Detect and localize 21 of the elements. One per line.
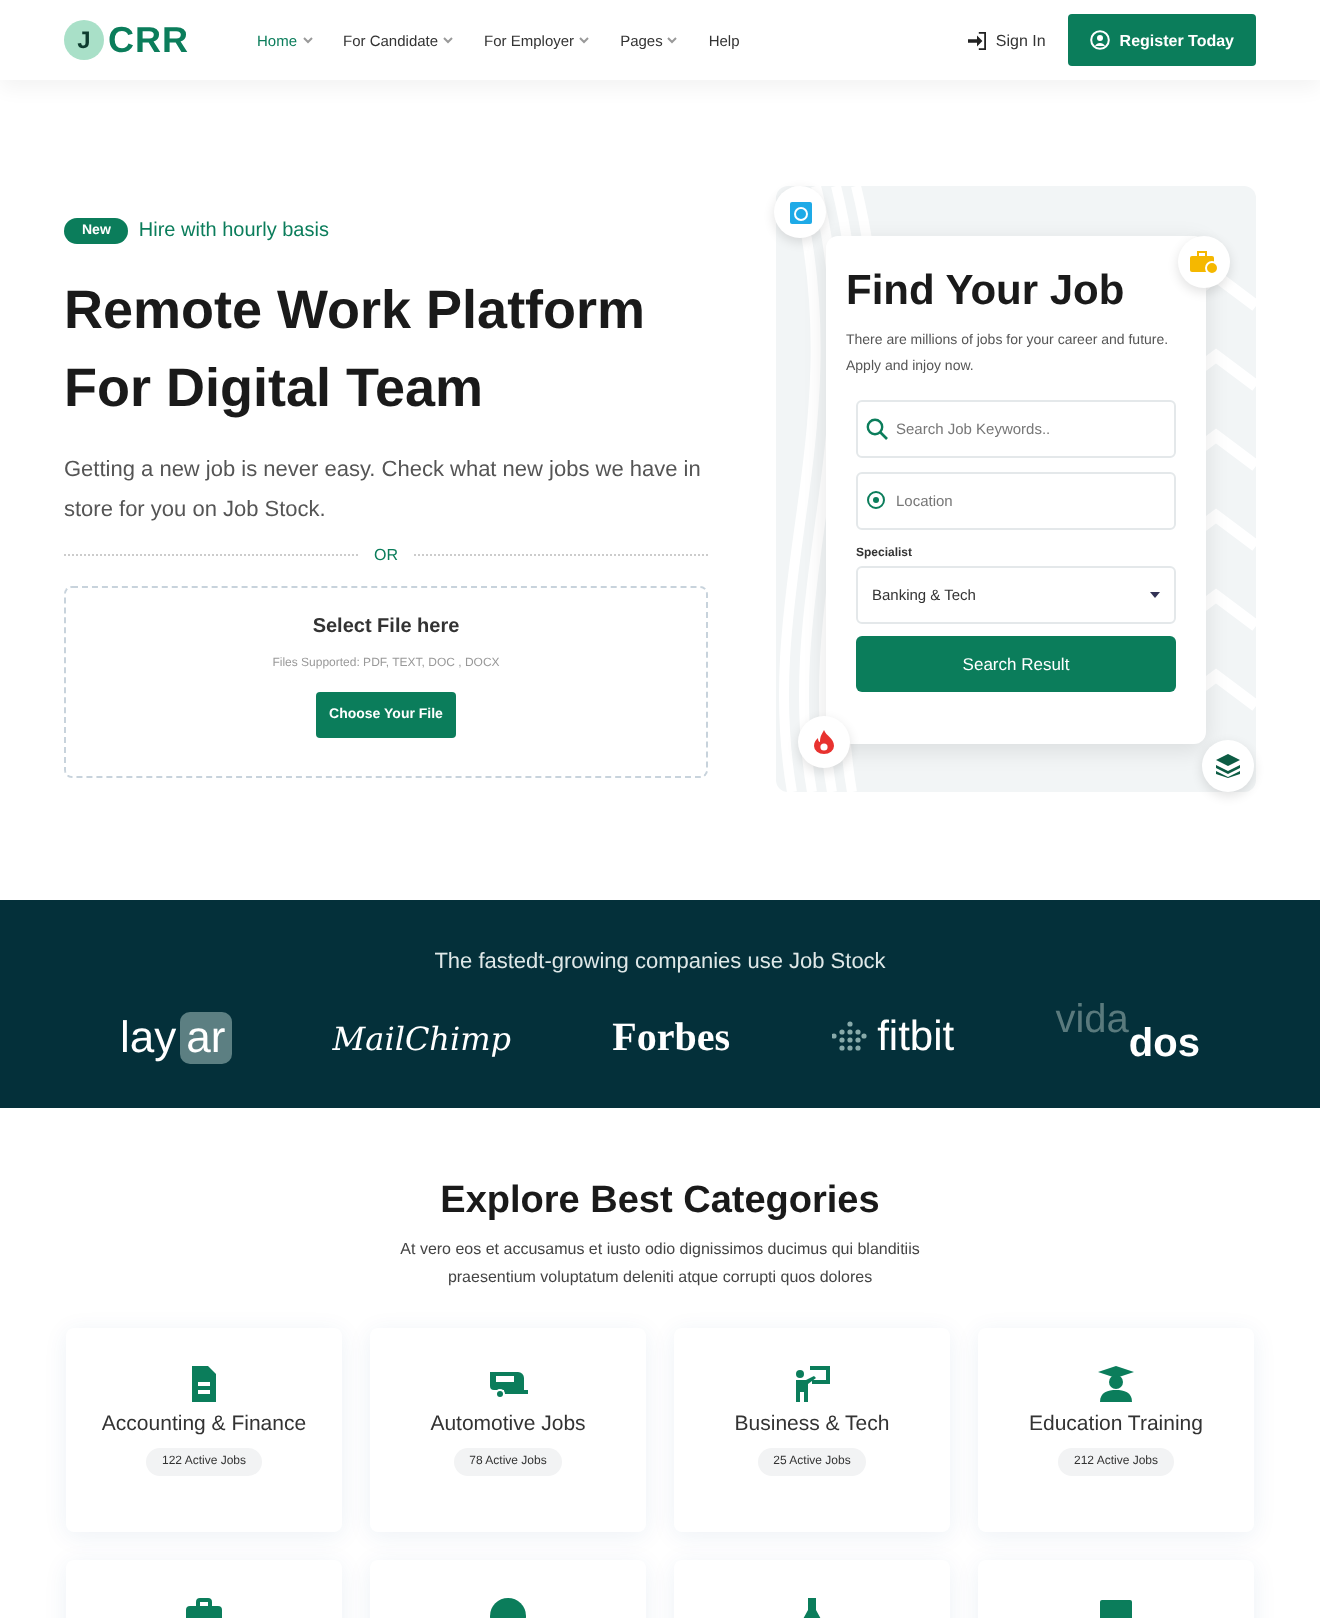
fitbit-logo: fitbit <box>831 1010 955 1066</box>
sign-in-link[interactable]: Sign In <box>967 31 1046 49</box>
or-divider-text: OR <box>374 546 398 564</box>
register-button[interactable]: Register Today <box>1067 14 1256 66</box>
search-button[interactable]: Search Result <box>856 636 1176 692</box>
category-name: Business & Tech <box>734 1412 890 1436</box>
mailchimp-logo: MailChimp <box>332 1017 512 1061</box>
upload-title: Select File here <box>312 616 460 638</box>
hero-description: Getting a new job is never easy. Check what new jobs we have in store for you on Job Stock. <box>64 456 703 526</box>
categories-title: Explore Best Categories <box>440 1180 880 1224</box>
search-card-title: Find Your Job <box>846 268 1127 316</box>
companies-title: The fastedt-growing companies use Job Stock <box>434 950 886 974</box>
categories-description: At vero eos et accusamus et iusto odio dignissimos ducimus qui blanditiis praesentium voluptatum deleniti atque corrupti quos dolores <box>398 1238 922 1290</box>
category-name: Automotive Jobs <box>430 1412 586 1436</box>
logo[interactable]: J CRR <box>64 19 189 61</box>
hero-title: Remote Work Platform For Digital Team <box>64 278 648 422</box>
category-name: Accounting & Finance <box>101 1412 307 1436</box>
category-name: Education Training <box>1029 1412 1203 1436</box>
tagline: Hire with hourly basis <box>138 220 329 242</box>
layar-logo: lay ar <box>120 1010 232 1066</box>
forbes-logo: Forbes <box>612 1013 730 1063</box>
